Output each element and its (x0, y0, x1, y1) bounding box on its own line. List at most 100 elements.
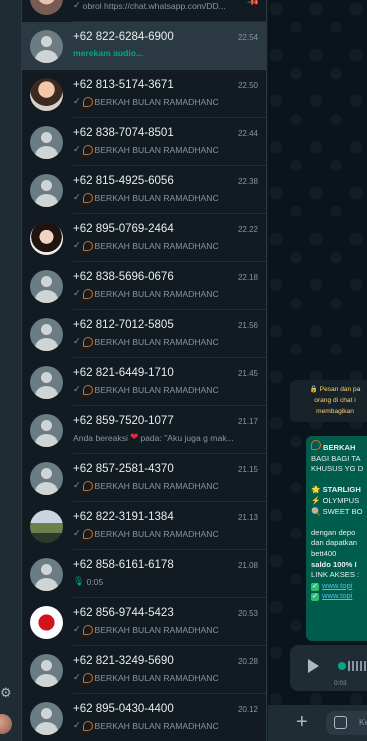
message-link[interactable]: www.topi (322, 581, 352, 590)
chat-list-item[interactable]: +62 856-9744-5423 20.53 ✓ BERKAH BULAN RAMA… (22, 598, 266, 646)
profile-avatar[interactable] (0, 714, 12, 734)
message-preview: ✓ BERKAH BULAN RAMADHANC (73, 672, 238, 683)
message-time: 22.22 (237, 225, 258, 234)
message-preview: ✓ BERKAH BULAN RAMADHANC (73, 480, 238, 491)
message-preview: ✓ BERKAH BULAN RAMADHANC (73, 336, 238, 347)
chat-list-item[interactable]: +62 822-3191-1384 21.13 ✓ BERKAH BULAN RAMA… (22, 502, 266, 550)
chat-list-item[interactable]: +62 821-3249-5690 20.28 ✓ BERKAH BULAN RAMA… (22, 646, 266, 694)
message-line: LINK AKSES : (311, 570, 367, 581)
chat-item-body: +62 895-0430-4400 20.12 ✓ BERKAH BULAN RAMA… (73, 694, 266, 741)
chat-item-body: +62 822-3191-1384 21.13 ✓ BERKAH BULAN RAMA… (73, 502, 266, 550)
message-preview: ✓ BERKAH BULAN RAMADHANC (73, 624, 238, 635)
sent-check-icon: ✓ (73, 96, 81, 106)
message-text: ⚡ OLYMPUS (311, 495, 360, 505)
message-preview: ✓ BERKAH BULAN RAMADHANC (73, 384, 238, 395)
chat-list-item[interactable]: +62 859-7520-1077 21.17 Anda bereaksi ❤ pada… (22, 406, 266, 454)
chat-list-item[interactable]: +62 822-6284-6900 22.54 merekam audio... (22, 22, 266, 70)
message-preview-text: BERKAH BULAN RAMADHANC (94, 480, 219, 491)
message-line: saldo 100% I (311, 560, 367, 571)
speech-bubble-emoji-icon (82, 192, 93, 203)
speech-bubble-emoji-icon (82, 240, 93, 251)
chat-list-item[interactable]: +62 857-2581-4370 21.15 ✓ BERKAH BULAN RAMA… (22, 454, 266, 502)
message-preview: ✓ BERKAH BULAN RAMADHANC (73, 192, 238, 203)
chat-item-body: +62 895-0769-2464 22.22 ✓ BERKAH BULAN RAMA… (73, 214, 266, 262)
settings-gear-icon[interactable]: ⚙ (0, 686, 12, 700)
contact-avatar (30, 29, 63, 63)
message-time: 21.15 (237, 465, 258, 474)
message-text: KHUSUS YG D (311, 464, 364, 474)
message-line: 🍭 SWEET BO (311, 507, 367, 518)
sent-check-icon: ✓ (73, 672, 81, 682)
message-time: 21.45 (237, 369, 258, 378)
chat-list-item[interactable]: +62 821-6449-1710 21.45 ✓ BERKAH BULAN RAMA… (22, 358, 266, 406)
heart-icon: ❤ (129, 432, 139, 443)
message-line: ✓ www.topi (311, 591, 367, 602)
check-mark-icon: ✓ (311, 593, 319, 602)
message-time: 22.50 (237, 81, 258, 90)
chat-list-item[interactable]: +62 858-6161-6178 21.08 🎙 0:05 (22, 550, 266, 598)
encryption-notice-line: membagikan (316, 408, 354, 415)
sent-check-icon: ✓ (73, 336, 81, 346)
chat-list-item[interactable]: +62 813-5174-3671 22.50 ✓ BERKAH BULAN RAMA… (22, 70, 266, 118)
message-preview-text: BERKAH BULAN RAMADHANC (94, 144, 219, 155)
chat-list-item[interactable]: +62 815-4925-6056 22.38 ✓ BERKAH BULAN RAMA… (22, 166, 266, 214)
sent-check-icon: ✓ (73, 480, 81, 490)
message-preview-text: Anda bereaksi (73, 432, 128, 443)
message-preview-text: BERKAH BULAN RAMADHANC (94, 288, 219, 299)
chat-list-item[interactable]: +62 812-7012-5805 21.56 ✓ BERKAH BULAN RAMA… (22, 310, 266, 358)
encryption-notice-line: 🔒 Pesan dan pa (309, 386, 361, 393)
message-preview-text: BERKAH BULAN RAMADHANC (94, 528, 219, 539)
message-preview: ✓ BERKAH BULAN RAMADHANC (73, 720, 238, 731)
message-text: BERKAH (323, 443, 356, 452)
message-preview-text: BERKAH BULAN RAMADHANC (94, 240, 219, 251)
play-icon[interactable] (308, 659, 319, 673)
audio-scrubber[interactable] (338, 662, 346, 670)
chat-item-body: +62 8__-____-____ (KK25)Kemarin📌✓obrol h… (73, 0, 266, 22)
message-preview-text: BERKAH BULAN RAMADHANC (94, 672, 219, 683)
chat-item-body: +62 813-5174-3671 22.50 ✓ BERKAH BULAN RAMA… (73, 70, 266, 118)
message-preview-text: obrol https://chat.whatsapp.com/DD... (82, 0, 226, 11)
message-preview-text: BERKAH BULAN RAMADHANC (94, 192, 219, 203)
message-line (311, 475, 367, 486)
chat-item-body: +62 822-6284-6900 22.54 merekam audio... (73, 22, 266, 70)
chat-list-item[interactable]: +62 8__-____-____ (KK25)Kemarin📌✓obrol h… (22, 0, 266, 22)
message-line: bett400 (311, 549, 367, 560)
contact-avatar (30, 701, 63, 735)
speech-bubble-emoji-icon (82, 672, 93, 683)
chat-list-item[interactable]: +62 895-0769-2464 22.22 ✓ BERKAH BULAN RAMA… (22, 214, 266, 262)
contact-avatar (30, 221, 63, 255)
contact-avatar (30, 173, 63, 207)
contact-avatar (30, 509, 63, 543)
chat-list-item[interactable]: +62 895-0430-4400 20.12 ✓ BERKAH BULAN RAMA… (22, 694, 266, 741)
contact-avatar (30, 461, 63, 495)
contact-avatar (30, 269, 63, 303)
chat-item-body: +62 859-7520-1077 21.17 Anda bereaksi ❤ pada… (73, 406, 266, 454)
sticker-icon[interactable] (334, 716, 347, 729)
chat-item-body: +62 856-9744-5423 20.53 ✓ BERKAH BULAN RAMA… (73, 598, 266, 646)
message-text: bett400 (311, 548, 337, 558)
message-preview: ✓ BERKAH BULAN RAMADHANC (73, 288, 238, 299)
message-text (311, 475, 313, 484)
message-line: ✓ www.topi (311, 581, 367, 592)
message-time: 20.28 (237, 657, 258, 666)
message-preview-text: merekam audio... (73, 48, 144, 58)
speech-bubble-emoji-icon (82, 624, 93, 635)
message-preview: 🎙 0:05 (73, 576, 238, 587)
message-time: 22.54 (237, 33, 258, 42)
chat-list-item[interactable]: +62 838-5696-0676 22.18 ✓ BERKAH BULAN RAMA… (22, 262, 266, 310)
chat-item-body: +62 838-5696-0676 22.18 ✓ BERKAH BULAN RAMA… (73, 262, 266, 310)
contact-avatar (30, 365, 63, 399)
message-time: 21.13 (237, 513, 258, 522)
message-time: 22.18 (237, 273, 258, 282)
chat-item-body: +62 838-7074-8501 22.44 ✓ BERKAH BULAN RAMA… (73, 118, 266, 166)
chat-item-body: +62 821-6449-1710 21.45 ✓ BERKAH BULAN RAMA… (73, 358, 266, 406)
sent-check-icon: ✓ (73, 144, 81, 154)
message-link[interactable]: www.topi (322, 591, 352, 600)
message-preview-text: BERKAH BULAN RAMADHANC (94, 96, 219, 107)
speech-bubble-emoji-icon (82, 384, 93, 395)
attach-plus-icon[interactable]: + (296, 712, 308, 732)
message-bubble[interactable]: BERKAH BAGI BAGI TA KHUSUS YG D 🌟 STARLIGH… (306, 436, 367, 641)
chat-list-item[interactable]: +62 838-7074-8501 22.44 ✓ BERKAH BULAN RAMA… (22, 118, 266, 166)
pin-icon: 📌 (246, 0, 260, 10)
message-line: BAGI BAGI TA (311, 454, 367, 465)
